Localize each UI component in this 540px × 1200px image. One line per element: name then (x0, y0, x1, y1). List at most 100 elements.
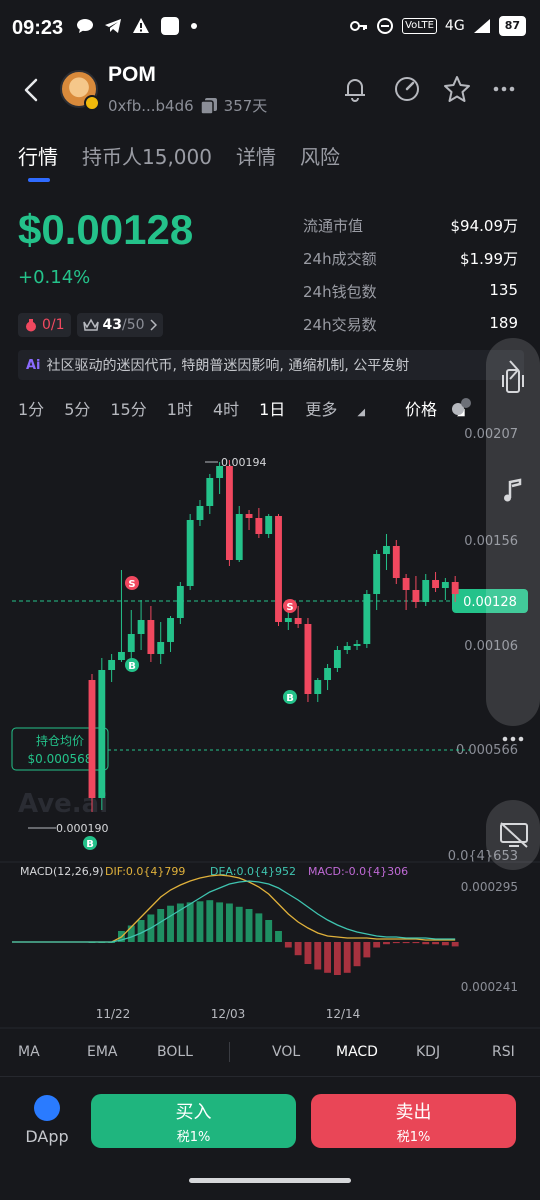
signal-icon (473, 19, 490, 33)
dapp-icon (34, 1095, 60, 1121)
tab-holders[interactable]: 持币人15,000 (82, 141, 212, 170)
buy-marker-label: B (86, 839, 94, 850)
interval-1h[interactable]: 1时 (167, 396, 193, 420)
stat-row: 流通市值 $94.09万 (303, 215, 518, 248)
sell-marker-label: S (286, 602, 293, 613)
macd-dif: DIF:0.0{4}799 (105, 865, 185, 878)
candle-body (137, 620, 145, 634)
network-type: 4G (444, 18, 465, 34)
macd-bar (422, 942, 430, 945)
low-label: 0.000190 (56, 822, 109, 835)
bag-chip[interactable]: 0/1 (18, 313, 71, 337)
interval-more[interactable]: 更多 ◢ (305, 396, 385, 420)
ai-description-text: 社区驱动的迷因代币, 特朗普迷因影响, 通缩机制, 公平发射 (46, 358, 410, 374)
sell-button[interactable]: 卖出 税1% (311, 1094, 516, 1148)
badge-chips: 0/1 43/50 (18, 313, 163, 337)
buy-button[interactable]: 买入 税1% (91, 1094, 296, 1148)
macd-value: MACD:-0.0{4}306 (308, 865, 408, 878)
home-indicator[interactable] (189, 1178, 351, 1183)
x-axis-label: 11/22 (96, 1007, 131, 1021)
key-icon (350, 21, 368, 31)
macd-y-label: 0.000241 (461, 980, 518, 994)
interval-1d[interactable]: 1日 (259, 396, 285, 420)
token-age: 357天 (223, 97, 268, 115)
candle-body (343, 646, 351, 650)
music-note-icon[interactable] (498, 476, 528, 506)
back-arrow-icon[interactable] (18, 74, 46, 106)
more-icon[interactable] (490, 74, 520, 104)
indicator-ema[interactable]: EMA (87, 1044, 118, 1060)
tab-details[interactable]: 详情 (236, 141, 276, 170)
copy-icon[interactable] (199, 97, 218, 115)
chart-style-icon[interactable] (448, 394, 476, 418)
more-dots-icon[interactable] (498, 724, 528, 754)
indicator-kdj[interactable]: KDJ (416, 1044, 440, 1060)
macd-title: MACD(12,26,9) (20, 865, 104, 878)
ai-description-bar[interactable]: Ai 社区驱动的迷因代币, 特朗普迷因影响, 通缩机制, 公平发射 (18, 350, 524, 380)
macd-dea: DEA:0.0{4}952 (210, 865, 296, 878)
bell-icon[interactable] (340, 74, 370, 104)
candle-body (127, 634, 135, 652)
screen-off-icon[interactable] (498, 820, 530, 850)
candle-body (186, 520, 194, 586)
interval-4h[interactable]: 4时 (213, 396, 239, 420)
candle-body (275, 516, 282, 622)
stat-label: 24h成交额 (303, 250, 377, 268)
candle-body (373, 554, 381, 594)
candle-body (383, 546, 390, 554)
x-axis-label: 12/03 (211, 1007, 246, 1021)
vibrate-icon[interactable] (498, 366, 528, 396)
chat-icon (77, 19, 93, 33)
macd-bar (196, 901, 204, 942)
footer-divider (0, 1076, 540, 1077)
stat-row: 24h成交额 $1.99万 (303, 248, 518, 281)
tab-market[interactable]: 行情 (18, 141, 58, 170)
indicator-ma[interactable]: MA (18, 1044, 40, 1060)
dapp-button[interactable]: DApp (22, 1095, 72, 1146)
candle-body (412, 590, 420, 602)
star-icon[interactable] (442, 74, 472, 104)
indicator-vol[interactable]: VOL (272, 1044, 300, 1060)
interval-1m[interactable]: 1分 (18, 396, 44, 420)
macd-bar (304, 942, 312, 964)
crown-icon (82, 318, 99, 331)
candle-body (392, 546, 400, 578)
candle-body (363, 594, 371, 644)
chevron-right-icon (150, 319, 157, 331)
candle-body (255, 518, 263, 534)
macd-bar (383, 942, 390, 945)
crown-chip[interactable]: 43/50 (76, 313, 163, 337)
interval-5m[interactable]: 5分 (64, 396, 90, 420)
floating-tools-panel (486, 338, 540, 726)
active-tab-indicator (28, 178, 50, 182)
candle-body (245, 514, 253, 518)
tab-risk[interactable]: 风险 (300, 141, 340, 170)
warning-icon (133, 18, 149, 33)
macd-bar (363, 942, 371, 958)
macd-bar (324, 942, 332, 973)
candle-body (284, 618, 292, 622)
indicator-rsi[interactable]: RSI (492, 1044, 515, 1060)
stat-label: 24h钱包数 (303, 283, 377, 301)
token-address: 0xfb...b4d6 (108, 96, 194, 115)
macd-bar (353, 942, 361, 967)
indicator-boll[interactable]: BOLL (157, 1044, 193, 1060)
dnd-icon (377, 18, 394, 34)
interval-15m[interactable]: 15分 (110, 396, 146, 420)
crown-value: 43 (102, 317, 123, 333)
indicator-macd[interactable]: MACD (336, 1044, 378, 1060)
high-label: 0.00194 (221, 456, 267, 469)
stat-value: 135 (489, 281, 518, 299)
macd-bar (402, 942, 410, 944)
dapp-label: DApp (25, 1127, 69, 1146)
candle-body (422, 580, 430, 602)
price-chart[interactable]: Ave.ai0.002070.001560.001060.0005660.0{4… (0, 420, 540, 1030)
speedometer-icon[interactable] (392, 74, 422, 104)
avg-cost-title: 持仓均价 (36, 733, 84, 748)
current-price: $0.00128 (18, 206, 194, 253)
price-change: +0.14% (18, 267, 91, 288)
macd-bar (412, 942, 420, 944)
dif-line (12, 874, 456, 943)
macd-bar (157, 909, 165, 942)
token-name: POM (108, 63, 156, 86)
